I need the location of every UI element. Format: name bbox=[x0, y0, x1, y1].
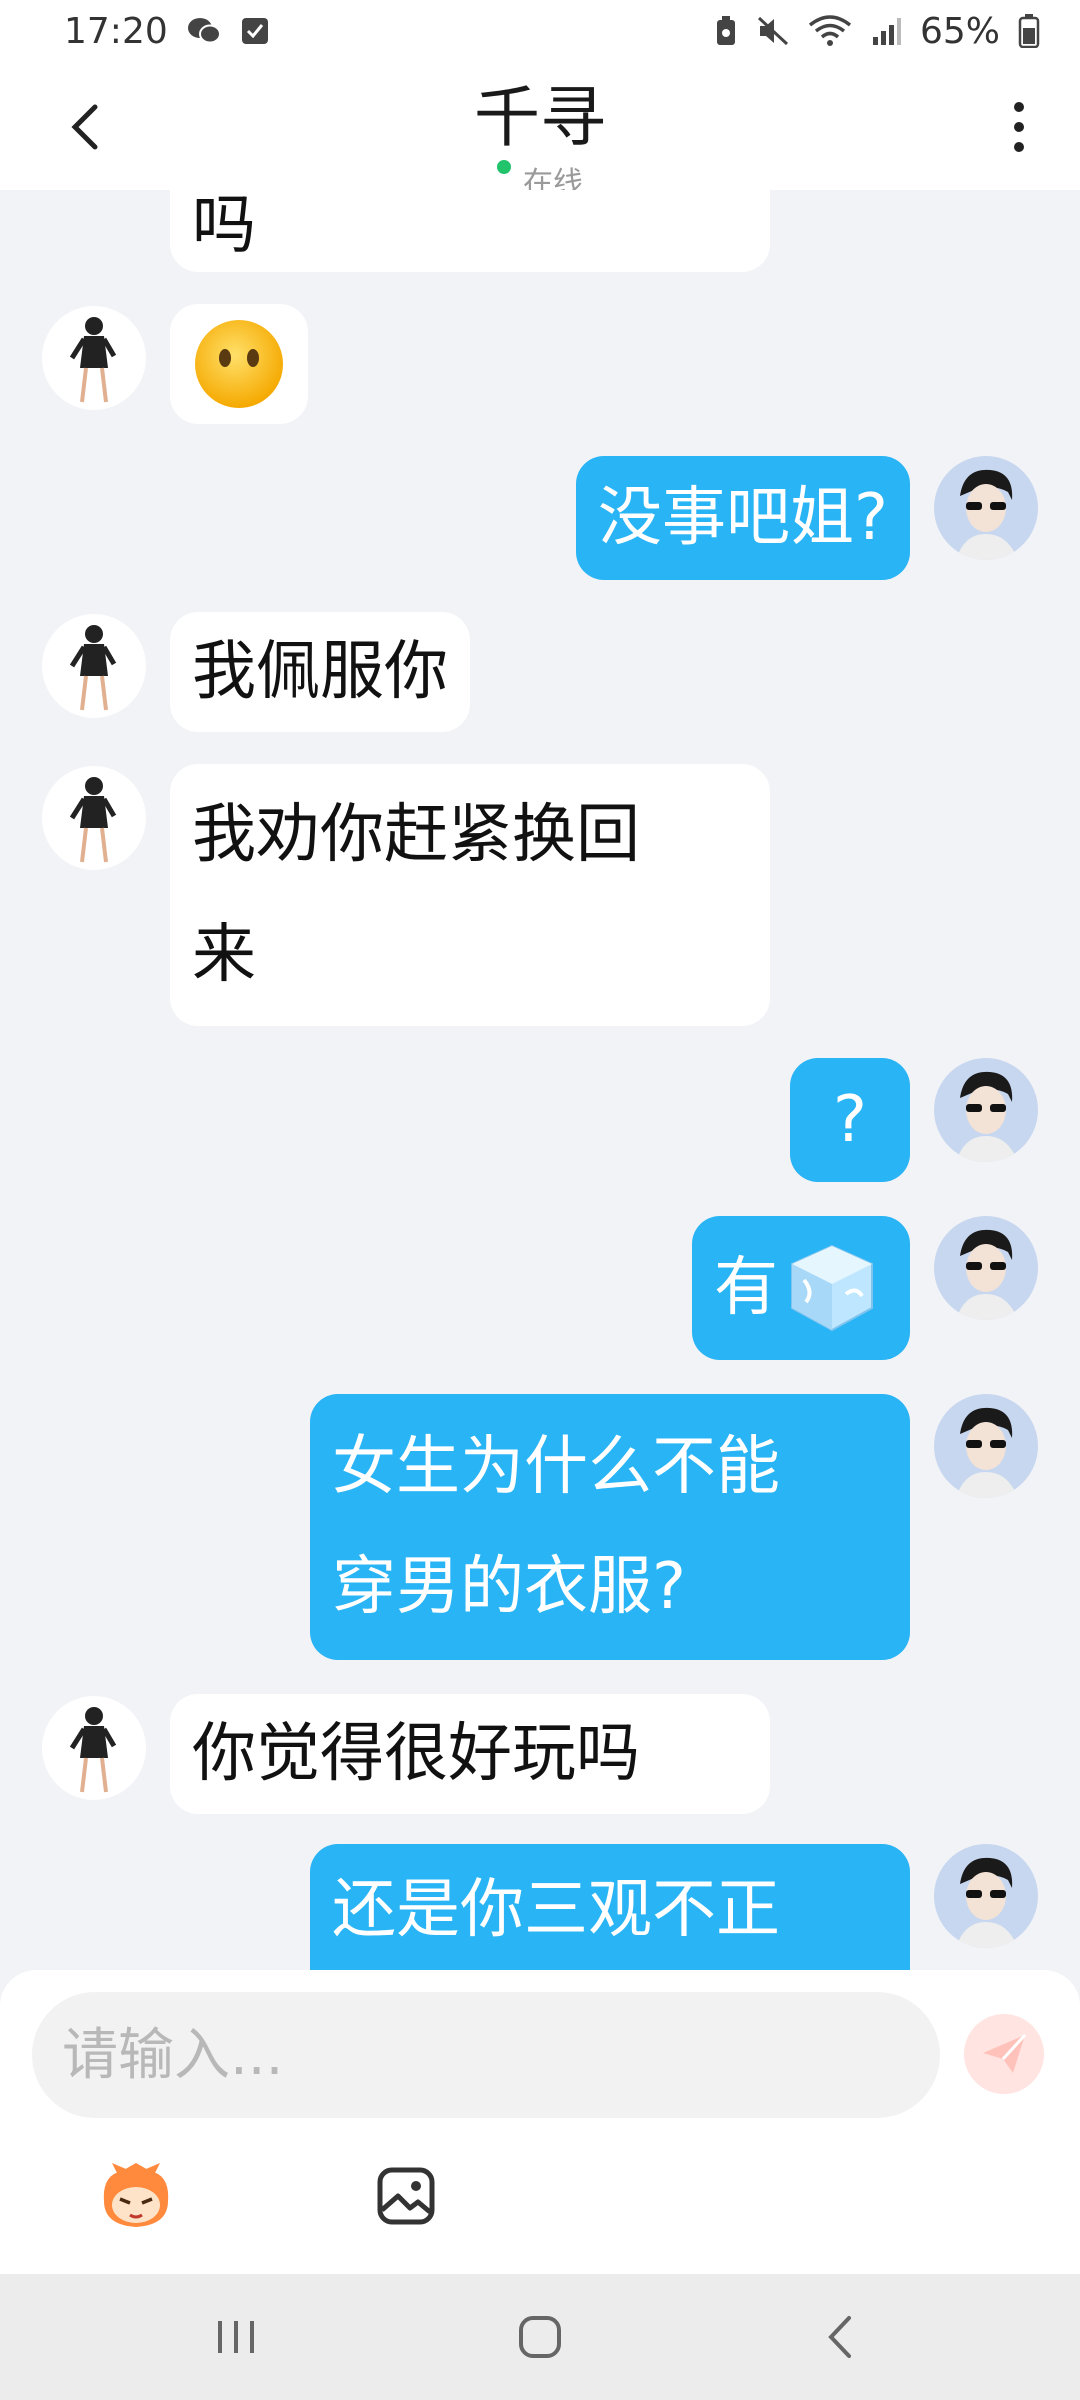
message-input[interactable] bbox=[32, 1992, 940, 2118]
battery-icon bbox=[1018, 14, 1040, 48]
status-right: 65% bbox=[714, 11, 1040, 52]
recent-apps-icon bbox=[218, 2321, 254, 2353]
send-icon bbox=[983, 2033, 1027, 2073]
system-back-button[interactable] bbox=[800, 2304, 880, 2370]
more-vertical-icon bbox=[1014, 102, 1024, 152]
send-button[interactable] bbox=[964, 2014, 1044, 2094]
message-bubble-incoming[interactable]: 我劝你赶紧换回 来 bbox=[170, 764, 770, 1026]
sticker-button[interactable] bbox=[96, 2156, 176, 2236]
my-avatar[interactable] bbox=[934, 1058, 1038, 1162]
home-icon bbox=[519, 2316, 561, 2358]
message-line: 穿男的衣服? bbox=[332, 1550, 686, 1624]
message-line: 女生为什么不能 bbox=[332, 1430, 780, 1504]
status-left: 17:20 bbox=[64, 11, 270, 52]
message-text: 你觉得很好玩吗 bbox=[192, 1717, 640, 1791]
signal-icon bbox=[870, 15, 902, 47]
contact-avatar[interactable] bbox=[42, 766, 146, 870]
my-avatar[interactable] bbox=[934, 1216, 1038, 1320]
message-line: 我劝你赶紧换回 bbox=[192, 798, 640, 872]
message-bubble-outgoing[interactable]: 有 bbox=[692, 1216, 910, 1360]
online-status-text: 在线 bbox=[523, 166, 583, 190]
image-button[interactable] bbox=[366, 2156, 446, 2236]
check-icon bbox=[240, 16, 270, 46]
message-bubble-outgoing[interactable]: ? bbox=[790, 1058, 910, 1182]
more-options-button[interactable] bbox=[984, 92, 1054, 162]
message-text: 还是你三观不正 bbox=[332, 1873, 780, 1947]
wifi-icon bbox=[808, 15, 852, 47]
online-dot bbox=[497, 160, 511, 174]
back-icon bbox=[828, 2316, 851, 2358]
home-button[interactable] bbox=[500, 2304, 580, 2370]
message-bubble-outgoing[interactable]: 还是你三观不正 bbox=[310, 1844, 910, 1970]
status-time: 17:20 bbox=[64, 10, 168, 52]
chat-header: 千寻 在线 bbox=[0, 62, 1080, 190]
my-avatar[interactable] bbox=[934, 456, 1038, 560]
message-bubble-incoming[interactable]: 我佩服你 bbox=[170, 612, 470, 732]
sticker-mascot-icon bbox=[103, 2163, 169, 2227]
message-list[interactable]: 吗 没事吧姐? 我佩服你 我劝你赶紧换回 来 ? 有 女生为什么不能 穿男的衣服… bbox=[0, 190, 1080, 1970]
battery-saver-icon bbox=[714, 15, 738, 47]
my-avatar[interactable] bbox=[934, 1844, 1038, 1948]
image-icon bbox=[377, 2167, 435, 2225]
navigation-bar bbox=[0, 2274, 1080, 2400]
mute-icon bbox=[756, 15, 790, 47]
chat-screen: 17:20 65% 千寻 在线 吗 没事吧姐? 我佩服你 我劝你赶紧换回 来 ?… bbox=[0, 0, 1080, 2400]
message-text: 有 bbox=[714, 1251, 778, 1325]
status-bar: 17:20 65% bbox=[0, 0, 1080, 62]
message-line: 来 bbox=[192, 918, 256, 992]
ice-cube-emoji bbox=[791, 1244, 873, 1332]
online-status: 在线 bbox=[0, 158, 1080, 190]
message-bubble-incoming[interactable]: 吗 bbox=[170, 190, 770, 272]
battery-percent: 65% bbox=[919, 10, 1000, 52]
message-bubble-outgoing[interactable]: 没事吧姐? bbox=[576, 456, 910, 580]
contact-avatar[interactable] bbox=[42, 1696, 146, 1800]
message-bubble-incoming[interactable] bbox=[170, 304, 308, 424]
message-text: 没事吧姐? bbox=[598, 481, 888, 555]
neutral-face-emoji bbox=[195, 320, 283, 408]
contact-avatar[interactable] bbox=[42, 614, 146, 718]
wechat-icon bbox=[186, 15, 222, 47]
my-avatar[interactable] bbox=[934, 1394, 1038, 1498]
contact-avatar[interactable] bbox=[42, 306, 146, 410]
recent-apps-button[interactable] bbox=[196, 2304, 276, 2370]
message-text: 我佩服你 bbox=[192, 635, 448, 709]
contact-name: 千寻 bbox=[474, 79, 606, 156]
message-text: ? bbox=[833, 1083, 867, 1157]
message-bubble-outgoing[interactable]: 女生为什么不能 穿男的衣服? bbox=[310, 1394, 910, 1660]
composer bbox=[0, 1970, 1080, 2274]
message-bubble-incoming[interactable]: 你觉得很好玩吗 bbox=[170, 1694, 770, 1814]
message-text: 吗 bbox=[192, 190, 256, 263]
